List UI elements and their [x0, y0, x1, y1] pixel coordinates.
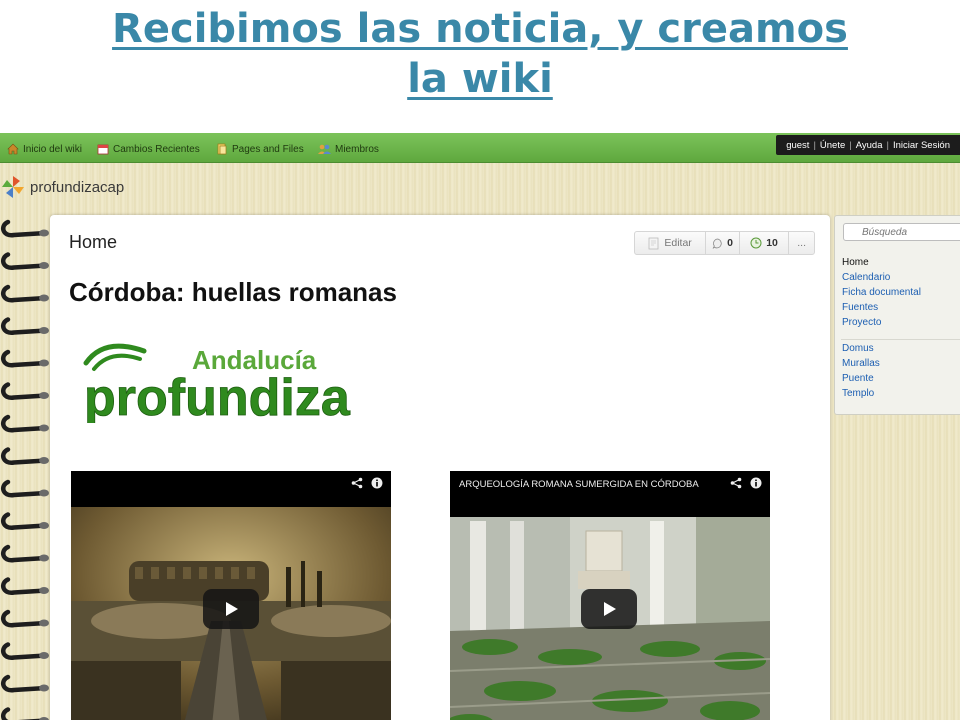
sidebar-link-calendario[interactable]: Calendario: [842, 272, 890, 283]
spiral-hole: [39, 457, 49, 464]
nav-pages-files[interactable]: Pages and Files: [216, 141, 304, 157]
spiral-hole: [39, 652, 49, 659]
nav-home-label: Inicio del wiki: [23, 143, 82, 155]
info-icon[interactable]: [371, 477, 383, 489]
nav-members-label: Miembros: [335, 143, 379, 155]
video-controls: [351, 477, 383, 489]
login-link[interactable]: Iniciar Sesión: [889, 140, 954, 151]
more-options-button[interactable]: ...: [789, 232, 814, 254]
sidebar-link-home[interactable]: Home: [842, 257, 869, 268]
sidebar-link-ficha-documental[interactable]: Ficha documental: [842, 287, 921, 298]
nav-home[interactable]: Inicio del wiki: [7, 141, 82, 157]
spiral-hole: [39, 229, 49, 237]
guest-label: guest: [786, 139, 810, 151]
search-input[interactable]: [843, 223, 960, 241]
spiral-hole: [39, 489, 49, 497]
share-icon[interactable]: [351, 477, 363, 489]
nav-recent-changes[interactable]: Cambios Recientes: [97, 141, 200, 157]
history-clock-icon: [750, 237, 762, 249]
site-name: profundizacap: [30, 178, 125, 196]
spiral-hole: [39, 684, 49, 692]
page-heading: Córdoba: huellas romanas: [69, 277, 397, 307]
join-link[interactable]: Únete: [816, 140, 849, 151]
play-button[interactable]: [203, 589, 259, 629]
spiral-hole: [39, 392, 49, 399]
video-player-colosseum[interactable]: [71, 471, 391, 720]
sidebar-link-templo[interactable]: Templo: [842, 388, 874, 399]
sidebar-link-proyecto[interactable]: Proyecto: [842, 317, 881, 328]
home-icon: [7, 143, 19, 155]
spiral-binding: [0, 219, 49, 720]
brand-line2: profundiza: [84, 369, 351, 423]
spiral-hole: [39, 522, 49, 529]
play-icon: [226, 602, 238, 616]
spiral-hole: [39, 359, 49, 367]
sidebar-link-fuentes[interactable]: Fuentes: [842, 302, 878, 313]
wiki-screenshot: Inicio del wiki Cambios Recientes Pages …: [0, 133, 960, 720]
site-logo[interactable]: profundizacap: [0, 173, 124, 201]
edit-button[interactable]: Editar: [635, 232, 707, 254]
more-options-label: ...: [797, 237, 807, 249]
info-icon[interactable]: [750, 477, 762, 489]
history-button[interactable]: 10: [740, 232, 790, 254]
account-menu: guest | Únete | Ayuda | Iniciar Sesión: [776, 135, 960, 155]
spiral-hole: [39, 262, 49, 269]
page-toolbar: Editar 0 10 ...: [634, 231, 815, 255]
members-icon: [318, 144, 331, 154]
video-controls: [730, 477, 762, 489]
sidebar-link-murallas[interactable]: Murallas: [842, 358, 880, 369]
calendar-icon: [97, 144, 109, 155]
nav-recent-changes-label: Cambios Recientes: [113, 143, 200, 155]
pinwheel-logo-icon: [2, 176, 24, 198]
edit-page-icon: [648, 237, 659, 249]
edit-button-label: Editar: [664, 237, 692, 249]
comments-button[interactable]: 0: [706, 232, 740, 254]
comments-count: 0: [727, 237, 733, 249]
nav-members[interactable]: Miembros: [318, 141, 379, 157]
page-name: Home: [69, 232, 118, 252]
play-button[interactable]: [581, 589, 637, 629]
andalucia-profundiza-logo: Andalucía profundiza: [83, 343, 351, 423]
history-count: 10: [766, 237, 778, 249]
spiral-ring: [0, 707, 49, 720]
sidebar-link-domus[interactable]: Domus: [842, 343, 874, 354]
spiral-hole: [39, 619, 49, 627]
spiral-hole: [39, 587, 49, 594]
help-link[interactable]: Ayuda: [852, 140, 887, 151]
sidebar-divider: [841, 339, 960, 340]
spiral-hole: [39, 294, 49, 302]
spiral-hole: [39, 327, 49, 334]
sidebar-link-puente[interactable]: Puente: [842, 373, 874, 384]
slide-title: Recibimos las noticia, y creamos la wiki: [112, 6, 848, 102]
share-icon[interactable]: [730, 477, 742, 489]
spiral-hole: [39, 424, 49, 432]
spiral-hole: [39, 554, 49, 562]
page-content-card: Home Editar 0 10 ... Córdoba: huellas ro…: [50, 215, 830, 720]
video-player-arqueologia[interactable]: ARQUEOLOGÍA ROMANA SUMERGIDA EN CÓRDOBA: [450, 471, 770, 720]
nav-pages-files-label: Pages and Files: [232, 143, 304, 155]
wiki-top-navbar: Inicio del wiki Cambios Recientes Pages …: [0, 133, 960, 163]
files-icon: [217, 143, 227, 155]
wiki-sidebar: Home Calendario Ficha documental Fuentes…: [834, 215, 960, 415]
play-icon: [604, 602, 616, 616]
comments-icon: [712, 238, 722, 249]
video-title: ARQUEOLOGÍA ROMANA SUMERGIDA EN CÓRDOBA: [459, 479, 699, 490]
